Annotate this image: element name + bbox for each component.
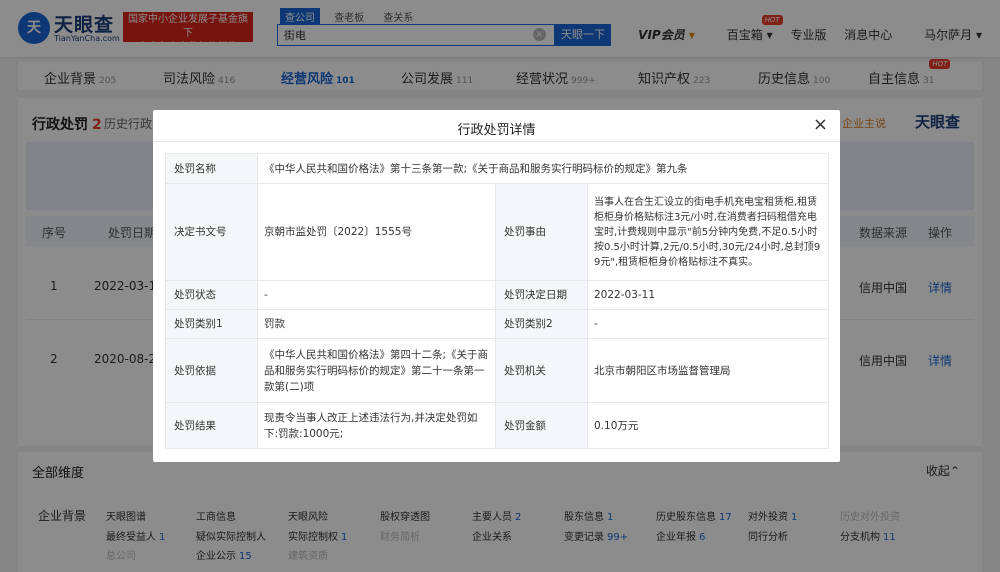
penalty-name-value: 《中华人民共和国价格法》第十三条第一款;《关于商品和服务实行明码标价的规定》第九…	[257, 153, 829, 184]
field-label: 决定书文号	[165, 183, 258, 281]
penalty-detail-modal: 行政处罚详情 × 处罚名称 《中华人民共和国价格法》第十三条第一款;《关于商品和…	[153, 110, 840, 462]
modal-header: 行政处罚详情 ×	[153, 110, 840, 142]
close-icon[interactable]: ×	[813, 115, 828, 135]
penalty-detail-table: 处罚名称 《中华人民共和国价格法》第十三条第一款;《关于商品和服务实行明码标价的…	[165, 153, 829, 449]
modal-title: 行政处罚详情	[457, 123, 536, 138]
field-label: 处罚金额	[495, 402, 588, 449]
field-label: 处罚依据	[165, 338, 258, 403]
penalty-amount-value: 0.10万元	[587, 402, 829, 449]
decision-doc-number-value: 京朝市监处罚〔2022〕1555号	[257, 183, 496, 281]
field-label: 处罚机关	[495, 338, 588, 403]
penalty-basis-value: 《中华人民共和国价格法》第四十二条;《关于商品和服务实行明码标价的规定》第二十一…	[257, 338, 496, 403]
penalty-status-value: -	[257, 280, 496, 310]
field-label: 处罚结果	[165, 402, 258, 449]
decision-date-value: 2022-03-11	[587, 280, 829, 310]
penalty-type1-value: 罚款	[257, 309, 496, 339]
field-label: 处罚类别2	[495, 309, 588, 339]
penalty-type2-value: -	[587, 309, 829, 339]
penalty-authority-value: 北京市朝阳区市场监督管理局	[587, 338, 829, 403]
penalty-reason-value: 当事人在合生汇设立的街电手机充电宝租赁柜,租赁柜柜身价格贴标注3元/小时,在消费…	[587, 183, 829, 281]
field-label: 处罚类别1	[165, 309, 258, 339]
field-label: 处罚名称	[165, 153, 258, 184]
field-label: 处罚状态	[165, 280, 258, 310]
penalty-result-value: 现责令当事人改正上述违法行为,并决定处罚如下:罚款:1000元;	[257, 402, 496, 449]
field-label: 处罚事由	[495, 183, 588, 281]
field-label: 处罚决定日期	[495, 280, 588, 310]
